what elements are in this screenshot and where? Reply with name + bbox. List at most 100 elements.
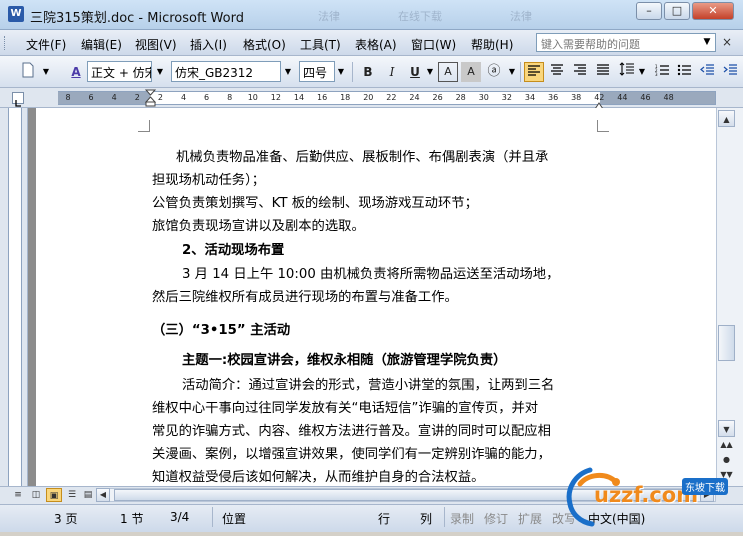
ruler-tick-label: 8 bbox=[65, 93, 71, 102]
status-section: 1 节 bbox=[120, 512, 144, 526]
outline-view-icon[interactable]: ☰ bbox=[64, 488, 80, 502]
character-border-icon[interactable]: A bbox=[438, 62, 458, 82]
style-dropdown-icon[interactable]: ▼ bbox=[154, 62, 166, 81]
status-separator bbox=[212, 507, 213, 527]
numbering-icon[interactable]: 123 bbox=[652, 62, 672, 82]
ruler-tick-label: 6 bbox=[204, 93, 210, 102]
menu-format[interactable]: 格式(O) bbox=[243, 36, 286, 53]
line-spacing-icon[interactable] bbox=[617, 62, 637, 82]
scroll-left-icon[interactable]: ◀ bbox=[96, 488, 110, 502]
ruler-tick-label: 20 bbox=[363, 93, 374, 102]
font-dropdown-icon[interactable]: ▼ bbox=[282, 62, 294, 81]
menu-edit[interactable]: 编辑(E) bbox=[81, 36, 122, 53]
styles-formatting-icon[interactable]: A bbox=[66, 62, 86, 82]
decrease-indent-icon[interactable] bbox=[697, 62, 717, 82]
ruler-tick-label: 34 bbox=[524, 93, 536, 102]
ruler-tick-label: 14 bbox=[293, 93, 305, 102]
ruler-tick-label: 42 bbox=[594, 93, 605, 102]
word-app-icon[interactable]: W bbox=[8, 6, 24, 22]
minimize-button[interactable]: – bbox=[636, 2, 662, 20]
menu-file[interactable]: 文件(F) bbox=[26, 36, 66, 53]
help-dropdown-icon[interactable]: ▼ bbox=[700, 34, 714, 51]
document-heading[interactable]: 2、活动现场布置 bbox=[182, 239, 284, 258]
ghost-tab-1: 法律 bbox=[318, 10, 340, 23]
new-dropdown-icon[interactable]: ▼ bbox=[40, 62, 52, 81]
menu-table[interactable]: 表格(A) bbox=[355, 36, 397, 53]
document-line[interactable]: 知道权益受侵后该如何解决，从而维护自身的合法权益。 bbox=[152, 466, 484, 485]
font-select[interactable]: 仿宋_GB2312 bbox=[171, 61, 281, 82]
crop-mark-left bbox=[138, 120, 150, 132]
help-search-input[interactable]: 键入需要帮助的问题 bbox=[536, 33, 716, 52]
character-scaling-icon[interactable]: ⓐ bbox=[484, 62, 504, 82]
ruler-tick-label: 24 bbox=[409, 93, 420, 102]
font-size-dropdown-icon[interactable]: ▼ bbox=[335, 62, 347, 81]
status-column: 列 bbox=[420, 512, 433, 526]
web-layout-view-icon[interactable]: ◫ bbox=[28, 488, 44, 502]
ruler-tick-label: 18 bbox=[340, 93, 351, 102]
menu-grip[interactable] bbox=[4, 36, 8, 50]
style-select[interactable]: 正文 + 仿宋 bbox=[87, 61, 152, 82]
increase-indent-icon[interactable] bbox=[720, 62, 740, 82]
character-shading-icon[interactable]: A bbox=[461, 62, 481, 82]
status-revise[interactable]: 修订 bbox=[484, 510, 508, 527]
align-right-icon[interactable] bbox=[570, 62, 590, 82]
document-line[interactable]: 关漫画、案例，以增强宣讲效果，使同学们有一定辨别诈骗的能力， bbox=[152, 443, 551, 462]
document-heading[interactable]: 主题一:校园宣讲会，维权永相随（旅游管理学院负责） bbox=[182, 349, 506, 368]
print-layout-view-icon[interactable]: ▣ bbox=[46, 488, 62, 502]
vertical-ruler-track[interactable] bbox=[8, 108, 22, 486]
ruler-tick-label: 28 bbox=[455, 93, 466, 102]
vertical-scroll-thumb[interactable] bbox=[718, 325, 735, 361]
document-line[interactable]: 然后三院维权所有成员进行现场的布置与准备工作。 bbox=[152, 286, 458, 305]
menu-insert[interactable]: 插入(I) bbox=[190, 36, 227, 53]
justify-icon[interactable] bbox=[593, 62, 613, 82]
underline-dropdown-icon[interactable]: ▼ bbox=[424, 62, 436, 81]
font-size-select[interactable]: 四号 bbox=[299, 61, 335, 82]
line-spacing-dropdown-icon[interactable]: ▼ bbox=[636, 62, 648, 81]
ruler-tick-label: 12 bbox=[270, 93, 281, 102]
document-line[interactable]: 公管负责策划撰写、KT 板的绘制、现场游戏互动环节； bbox=[152, 192, 478, 211]
status-line: 行 bbox=[378, 512, 391, 526]
document-line[interactable]: 担现场机动任务）； bbox=[152, 169, 265, 188]
document-line[interactable]: 机械负责物品准备、后勤供应、展板制作、布偶剧表演（并且承 bbox=[176, 146, 548, 165]
tab-selector-icon[interactable] bbox=[12, 92, 24, 107]
maximize-button[interactable]: □ bbox=[664, 2, 690, 20]
document-heading[interactable]: （三）“3•15” 主活动 bbox=[152, 319, 290, 338]
ruler-tick-label: 32 bbox=[501, 93, 512, 102]
normal-view-icon[interactable]: ≡ bbox=[10, 488, 26, 502]
ruler-tick-label: 22 bbox=[386, 93, 397, 102]
menu-view[interactable]: 视图(V) bbox=[135, 36, 177, 53]
document-line[interactable]: 旅馆负责现场宣讲以及剧本的选取。 bbox=[152, 215, 365, 234]
bold-button[interactable]: B bbox=[358, 62, 378, 82]
ruler-tick-label: 4 bbox=[111, 93, 117, 102]
status-extend[interactable]: 扩展 bbox=[518, 510, 542, 527]
italic-button[interactable]: I bbox=[382, 62, 402, 82]
ghost-tab-2: 在线下载 bbox=[398, 10, 442, 23]
status-separator bbox=[444, 507, 445, 527]
document-line[interactable]: 活动简介：通过宣讲会的形式，营造小讲堂的氛围，让两到三名 bbox=[182, 374, 554, 393]
ruler-tick-label: 30 bbox=[478, 93, 489, 102]
new-document-icon[interactable] bbox=[18, 62, 38, 82]
document-line[interactable]: 常见的诈骗方式、内容、维权方法进行普及。宣讲的同时可以配应相 bbox=[152, 420, 551, 439]
ruler-tick-label: 44 bbox=[617, 93, 628, 102]
previous-page-icon[interactable]: ▲▲ bbox=[718, 440, 735, 449]
ruler-tick-label: 48 bbox=[663, 93, 674, 102]
align-justify-left-icon[interactable] bbox=[524, 62, 544, 82]
underline-button[interactable]: U bbox=[405, 62, 425, 82]
document-line[interactable]: 3 月 14 日上午 10:00 由机械负责将所需物品运送至活动场地， bbox=[182, 263, 559, 282]
ruler-tick-label: 38 bbox=[571, 93, 582, 102]
align-center-icon[interactable] bbox=[547, 62, 567, 82]
menu-window[interactable]: 窗口(W) bbox=[411, 36, 456, 53]
scroll-down-icon[interactable]: ▼ bbox=[718, 420, 735, 437]
close-document-icon[interactable]: × bbox=[722, 35, 732, 49]
menu-tools[interactable]: 工具(T) bbox=[300, 36, 341, 53]
reading-layout-view-icon[interactable]: ▤ bbox=[80, 488, 96, 502]
ruler-tick-label: 6 bbox=[88, 93, 94, 102]
status-page-of: 3/4 bbox=[170, 510, 190, 524]
status-record[interactable]: 录制 bbox=[450, 510, 474, 527]
scroll-up-icon[interactable]: ▲ bbox=[718, 110, 735, 127]
close-button[interactable]: ✕ bbox=[692, 2, 734, 20]
scaling-dropdown-icon[interactable]: ▼ bbox=[506, 62, 518, 81]
menu-help[interactable]: 帮助(H) bbox=[471, 36, 513, 53]
bullets-icon[interactable] bbox=[674, 62, 694, 82]
document-line[interactable]: 维权中心干事向过往同学发放有关“电话短信”诈骗的宣传页，并对 bbox=[152, 397, 538, 416]
